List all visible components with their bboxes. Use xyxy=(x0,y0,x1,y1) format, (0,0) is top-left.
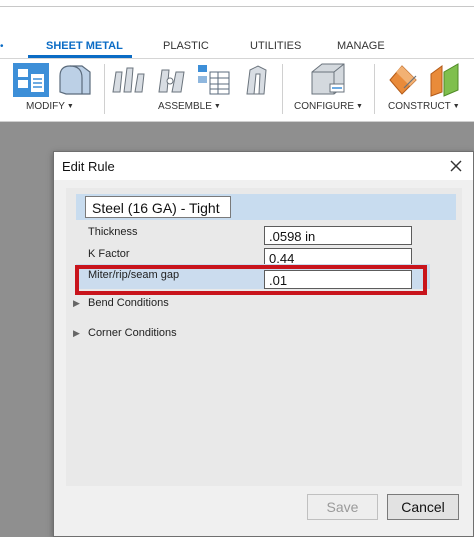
toolbar-ribbon: • SHEET METAL PLASTIC UTILITIES MANAGE M… xyxy=(0,0,474,122)
sheet-metal-rules-icon xyxy=(13,63,49,97)
construct-group-label[interactable]: CONSTRUCT ▼ xyxy=(388,101,460,112)
offset-plane-icon xyxy=(389,65,417,95)
dialog-title: Edit Rule xyxy=(62,159,115,174)
chevron-right-icon[interactable]: ▶ xyxy=(73,328,80,339)
as-built-joint-button[interactable] xyxy=(154,62,190,98)
dialog-titlebar: Edit Rule xyxy=(54,152,473,180)
red-highlight-box xyxy=(75,265,427,295)
tab-utilities[interactable]: UTILITIES xyxy=(250,40,301,52)
ribbon-left-marker: • xyxy=(0,41,4,52)
rule-name-input[interactable]: Steel (16 GA) - Tight xyxy=(85,196,231,218)
ribbon-top-border xyxy=(0,6,474,7)
joint-icon xyxy=(112,67,145,93)
group-separator xyxy=(374,64,375,114)
thickness-label: Thickness xyxy=(88,226,138,238)
k-factor-label: K Factor xyxy=(88,248,130,260)
save-button[interactable]: Save xyxy=(307,494,378,520)
chevron-right-icon[interactable]: ▶ xyxy=(73,298,80,309)
thickness-input[interactable]: .0598 in xyxy=(264,226,412,245)
close-icon xyxy=(450,160,462,172)
rigid-group-icon xyxy=(246,65,267,95)
table-icon xyxy=(198,65,230,95)
joint-button[interactable] xyxy=(110,62,146,98)
plane-at-angle-icon xyxy=(430,63,459,97)
group-separator xyxy=(104,64,105,114)
tab-divider xyxy=(0,58,474,59)
tab-sheet-metal[interactable]: SHEET METAL xyxy=(46,40,123,52)
offset-plane-button[interactable] xyxy=(386,62,422,98)
tab-plastic[interactable]: PLASTIC xyxy=(163,40,209,52)
unfold-button[interactable] xyxy=(56,62,94,98)
modify-group-label[interactable]: MODIFY ▼ xyxy=(26,101,74,112)
configure-group-label[interactable]: CONFIGURE ▼ xyxy=(294,101,363,112)
configure-button[interactable] xyxy=(306,62,350,98)
close-button[interactable] xyxy=(447,157,465,175)
sheet-metal-rules-button[interactable] xyxy=(12,62,50,98)
assemble-group-label[interactable]: ASSEMBLE ▼ xyxy=(158,101,221,112)
bend-conditions-section[interactable]: Bend Conditions xyxy=(88,297,169,309)
group-separator xyxy=(282,64,283,114)
cancel-button[interactable]: Cancel xyxy=(387,494,459,520)
as-built-joint-icon xyxy=(158,69,185,93)
joint-origin-table-button[interactable] xyxy=(196,62,232,98)
configure-box-icon xyxy=(311,63,345,95)
rigid-group-button[interactable] xyxy=(241,62,273,98)
corner-conditions-section[interactable]: Corner Conditions xyxy=(88,327,177,339)
tab-manage[interactable]: MANAGE xyxy=(337,40,385,52)
edit-rule-dialog: Edit Rule Steel (16 GA) - Tight Thicknes… xyxy=(53,151,474,537)
plane-at-angle-button[interactable] xyxy=(428,62,466,98)
flange-shape-icon xyxy=(59,65,91,95)
